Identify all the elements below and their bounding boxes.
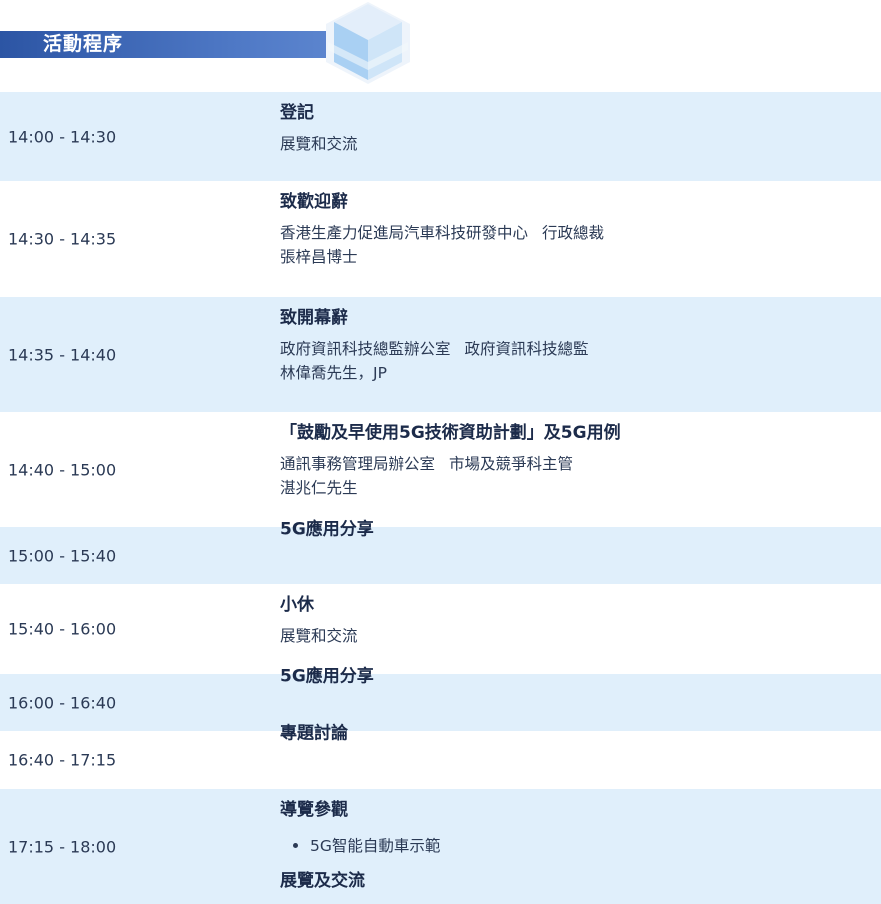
speaker-org-line: 通訊事務管理局辦公室 市場及競爭科主管 bbox=[280, 452, 573, 477]
speaker-role: 市場及競爭科主管 bbox=[449, 455, 574, 473]
time-slot: 16:40 - 17:15 bbox=[8, 750, 117, 770]
section-header: 活動程序 bbox=[0, 0, 881, 92]
session-title: 致歡迎辭 bbox=[280, 192, 348, 212]
schedule-row: 17:15 - 18:00 導覽參觀 5G智能自動車示範 展覽及交流 bbox=[0, 789, 881, 904]
speaker-name: 張梓昌博士 bbox=[280, 248, 358, 266]
time-slot: 14:40 - 15:00 bbox=[8, 460, 117, 479]
speaker-org: 香港生產力促進局汽車科技研發中心 bbox=[280, 224, 529, 242]
speaker-org-line: 香港生產力促進局汽車科技研發中心 行政總裁 bbox=[280, 221, 604, 246]
speaker-name: 林偉喬先生，JP bbox=[280, 364, 387, 382]
session-subtitle: 展覽及交流 bbox=[280, 871, 365, 891]
cube-decoration-icon bbox=[326, 2, 410, 84]
session-title: 5G應用分享 bbox=[280, 519, 374, 540]
time-slot: 15:40 - 16:00 bbox=[8, 619, 117, 639]
time-slot: 17:15 - 18:00 bbox=[8, 837, 117, 856]
speaker-org-line: 政府資訊科技總監辦公室 政府資訊科技總監 bbox=[280, 337, 589, 362]
time-slot: 14:00 - 14:30 bbox=[8, 127, 117, 146]
schedule-table: 14:00 - 14:30 登記 展覽和交流 14:30 - 14:35 致歡迎… bbox=[0, 92, 881, 904]
schedule-row: 14:40 - 15:00 「鼓勵及早使用5G技術資助計劃」及5G用例 通訊事務… bbox=[0, 412, 881, 527]
time-slot: 15:00 - 15:40 bbox=[8, 546, 117, 565]
speaker-org: 通訊事務管理局辦公室 bbox=[280, 455, 436, 473]
session-title: 「鼓勵及早使用5G技術資助計劃」及5G用例 bbox=[280, 423, 621, 443]
schedule-row: 15:00 - 15:40 5G應用分享 bbox=[0, 520, 881, 584]
speaker-role: 行政總裁 bbox=[542, 224, 605, 242]
section-title: 活動程序 bbox=[43, 33, 124, 55]
schedule-row: 16:00 - 16:40 5G應用分享 bbox=[0, 667, 881, 731]
session-title: 導覽參觀 bbox=[280, 800, 348, 820]
time-slot: 14:35 - 14:40 bbox=[8, 345, 117, 364]
session-title: 5G應用分享 bbox=[280, 666, 374, 687]
bullet-item: 5G智能自動車示範 bbox=[280, 834, 440, 856]
session-title: 致開幕辭 bbox=[280, 308, 348, 328]
speaker-name: 湛兆仁先生 bbox=[280, 479, 358, 497]
session-title: 登記 bbox=[280, 103, 314, 123]
time-slot: 16:00 - 16:40 bbox=[8, 693, 117, 712]
session-detail: 展覽和交流 bbox=[280, 627, 358, 645]
speaker-org: 政府資訊科技總監辦公室 bbox=[280, 340, 451, 358]
schedule-row: 14:00 - 14:30 登記 展覽和交流 bbox=[0, 92, 881, 181]
session-detail: 展覽和交流 bbox=[280, 135, 358, 153]
time-slot: 14:30 - 14:35 bbox=[8, 229, 117, 249]
schedule-row: 15:40 - 16:00 小休 展覽和交流 bbox=[0, 584, 881, 674]
schedule-row: 16:40 - 17:15 專題討論 bbox=[0, 724, 881, 789]
speaker-role: 政府資訊科技總監 bbox=[464, 340, 589, 358]
session-title: 小休 bbox=[280, 595, 314, 615]
schedule-row: 14:35 - 14:40 致開幕辭 政府資訊科技總監辦公室 政府資訊科技總監 林… bbox=[0, 297, 881, 412]
schedule-row: 14:30 - 14:35 致歡迎辭 香港生產力促進局汽車科技研發中心 行政總裁 … bbox=[0, 181, 881, 297]
session-title: 專題討論 bbox=[280, 723, 348, 744]
